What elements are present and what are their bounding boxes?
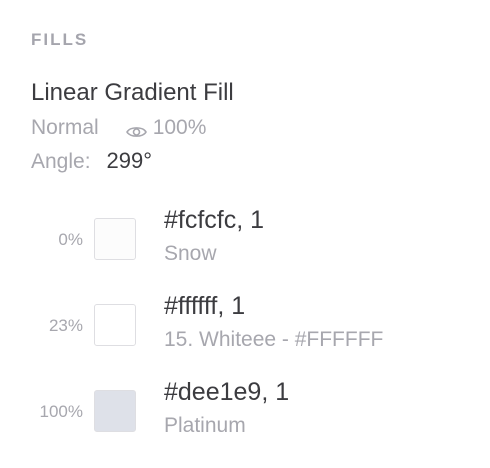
blend-mode[interactable]: Normal bbox=[31, 116, 99, 140]
gradient-stop: 23% #ffffff, 1 15. Whiteee - #FFFFFF bbox=[0, 292, 490, 364]
angle-value[interactable]: 299° bbox=[107, 148, 153, 174]
eye-icon[interactable] bbox=[125, 121, 147, 137]
stop-hex-value: #dee1e9, 1 bbox=[164, 378, 290, 406]
stop-hex-value: #ffffff, 1 bbox=[164, 292, 246, 320]
stop-position: 0% bbox=[58, 230, 83, 249]
angle-label: Angle: bbox=[31, 150, 91, 173]
stop-hex-value: #fcfcfc, 1 bbox=[164, 206, 265, 234]
stop-color-swatch[interactable] bbox=[94, 304, 136, 346]
stop-color-name: Platinum bbox=[164, 414, 246, 437]
stop-position: 100% bbox=[39, 402, 83, 421]
opacity-value[interactable]: 100% bbox=[153, 116, 207, 140]
stop-color-name: Snow bbox=[164, 242, 217, 265]
angle-row: Angle: 299° bbox=[31, 148, 152, 174]
section-title: FILLS bbox=[31, 30, 89, 49]
stop-color-swatch[interactable] bbox=[94, 218, 136, 260]
stop-color-name: 15. Whiteee - #FFFFFF bbox=[164, 328, 384, 351]
gradient-stop: 0% #fcfcfc, 1 Snow bbox=[0, 206, 490, 278]
stop-position: 23% bbox=[48, 316, 83, 335]
stop-color-swatch[interactable] bbox=[94, 390, 136, 432]
gradient-stop: 100% #dee1e9, 1 Platinum bbox=[0, 378, 490, 450]
fill-meta-row: Normal 100% bbox=[31, 115, 206, 141]
fill-type-label[interactable]: Linear Gradient Fill bbox=[31, 79, 234, 107]
